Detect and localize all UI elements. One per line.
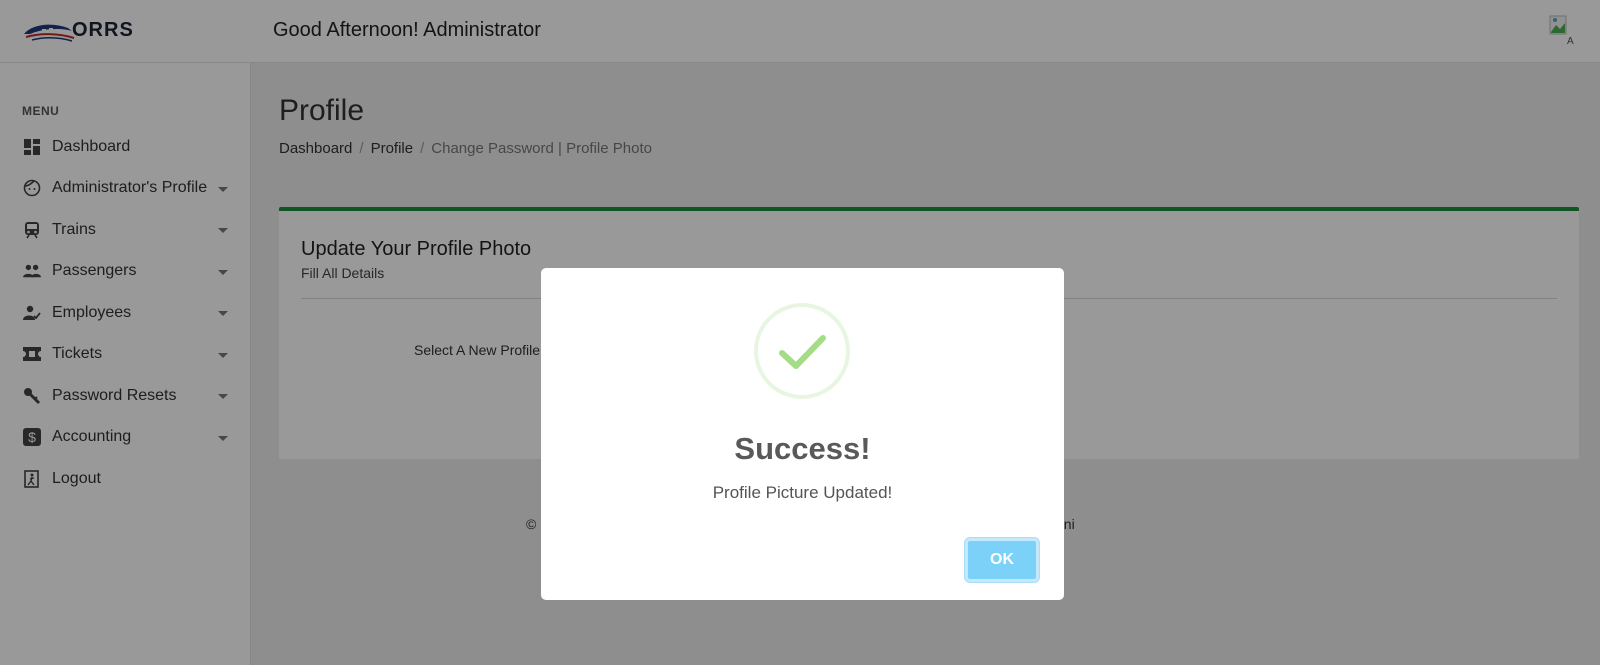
dialog-title: Success! — [734, 431, 871, 466]
success-check-icon — [754, 303, 850, 399]
success-dialog: Success! Profile Picture Updated! OK — [541, 268, 1064, 600]
dialog-message: Profile Picture Updated! — [712, 483, 893, 502]
ok-button[interactable]: OK — [965, 538, 1039, 582]
modal-overlay[interactable]: Success! Profile Picture Updated! OK — [0, 0, 1600, 665]
